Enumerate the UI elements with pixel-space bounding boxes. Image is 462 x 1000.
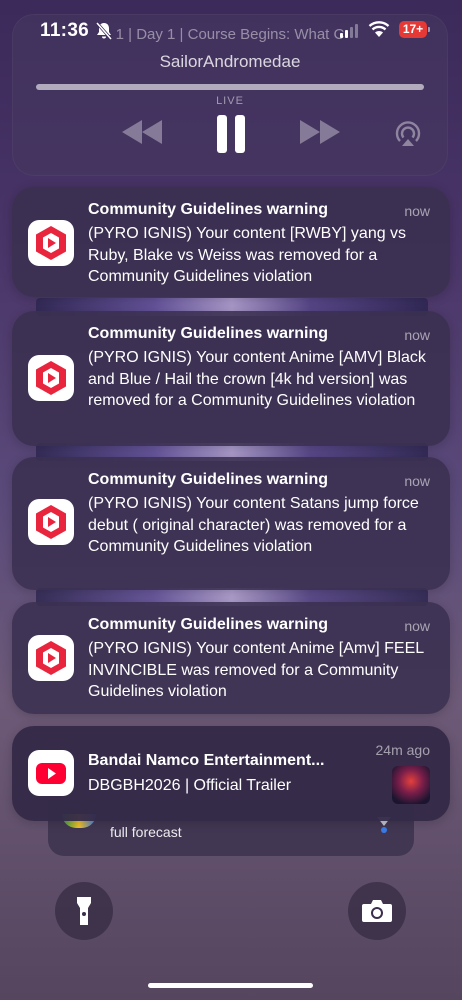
notification-title: Bandai Namco Entertainment... xyxy=(88,752,325,769)
notification-title: Community Guidelines warning xyxy=(88,201,329,218)
notification-time: now xyxy=(404,327,430,343)
live-label: LIVE xyxy=(216,95,244,107)
flashlight-button[interactable] xyxy=(55,882,113,940)
youtube-studio-icon xyxy=(28,499,74,545)
youtube-studio-icon xyxy=(28,220,74,266)
status-bar: 11:36 17+ xyxy=(0,0,462,56)
notification-title: Community Guidelines warning xyxy=(88,325,329,342)
cellular-signal-icon xyxy=(340,24,358,38)
notification-body: (PYRO IGNIS) Your content Satans jump fo… xyxy=(88,495,419,555)
battery-indicator: 17+ xyxy=(399,21,430,38)
airplay-icon[interactable] xyxy=(394,120,422,153)
progress-bar[interactable] xyxy=(36,84,424,90)
wifi-icon xyxy=(368,20,390,38)
flashlight-icon xyxy=(74,895,94,932)
notification-card[interactable]: Community Guidelines warning now (PYRO I… xyxy=(12,311,450,446)
notification-body: (PYRO IGNIS) Your content [RWBY] yang vs… xyxy=(88,225,407,285)
pause-icon[interactable] xyxy=(215,114,247,159)
bell-slash-icon xyxy=(94,21,114,41)
notification-body: (PYRO IGNIS) Your content Anime [AMV] Bl… xyxy=(88,349,426,409)
home-indicator[interactable] xyxy=(148,983,313,988)
notification-card[interactable]: Community Guidelines warning now (PYRO I… xyxy=(12,457,450,590)
notification-title: Community Guidelines warning xyxy=(88,471,329,488)
notification-card[interactable]: Community Guidelines warning now (PYRO I… xyxy=(12,187,450,297)
camera-button[interactable] xyxy=(348,882,406,940)
notification-title: Community Guidelines warning xyxy=(88,616,329,633)
notification-time: now xyxy=(404,473,430,489)
notification-time: 24m ago xyxy=(375,742,430,758)
youtube-studio-icon xyxy=(28,355,74,401)
rewind-icon[interactable] xyxy=(120,118,164,151)
youtube-studio-icon xyxy=(28,635,74,681)
notification-thumbnail xyxy=(392,766,430,804)
notification-time: now xyxy=(404,618,430,634)
weather-forecast-link: full forecast xyxy=(110,824,182,840)
camera-icon xyxy=(361,899,393,928)
notification-card[interactable]: Community Guidelines warning now (PYRO I… xyxy=(12,602,450,714)
clock: 11:36 xyxy=(40,20,90,41)
notification-card[interactable]: Bandai Namco Entertainment... 24m ago DB… xyxy=(12,726,450,821)
notification-body: DBGBH2026 | Official Trailer xyxy=(88,777,292,794)
notification-body: (PYRO IGNIS) Your content Anime [Amv] FE… xyxy=(88,640,424,700)
youtube-icon xyxy=(28,750,74,796)
notification-time: now xyxy=(404,203,430,219)
forward-icon[interactable] xyxy=(298,118,342,151)
